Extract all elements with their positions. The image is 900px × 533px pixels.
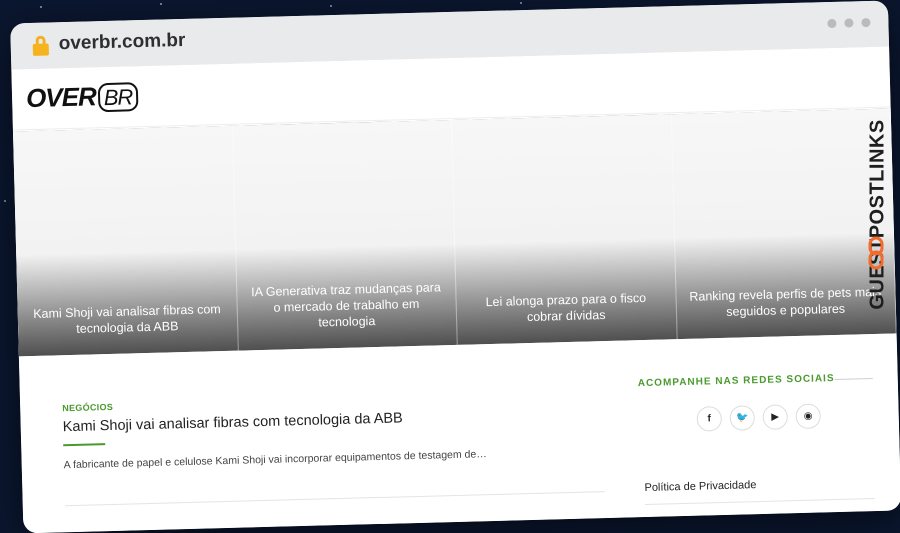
featured-slide-title[interactable]: Kami Shoji vai analisar fibras com tecno…: [28, 301, 227, 338]
article-category[interactable]: NEGÓCIOS: [62, 402, 113, 413]
lock-icon: [32, 35, 50, 56]
twitter-icon[interactable]: 🐦: [729, 405, 756, 431]
divider: [64, 491, 605, 507]
window-controls: [827, 17, 871, 29]
featured-slide[interactable]: IA Generativa traz mudanças para o merca…: [232, 119, 458, 351]
chain-link-icon: [868, 236, 884, 270]
main-content: NEGÓCIOS Kami Shoji vai analisar fibras …: [19, 333, 900, 533]
logo-suffix: BR: [97, 82, 139, 113]
window-dot-icon[interactable]: [861, 17, 871, 28]
web-page: OVER BR Kami Shoji vai analisar fibras co…: [11, 46, 900, 533]
featured-slide-title[interactable]: Ranking revela perfis de pets mais segui…: [686, 284, 885, 321]
address-bar-url[interactable]: overbr.com.br: [58, 30, 185, 55]
privacy-policy-link[interactable]: Política de Privacidade: [644, 479, 756, 494]
featured-slide[interactable]: Lei alonga prazo para o fisco cobrar dív…: [451, 114, 678, 345]
site-logo[interactable]: OVER BR: [26, 80, 139, 114]
social-heading: ACOMPANHE NAS REDES SOCIAIS: [637, 373, 835, 390]
article-title[interactable]: Kami Shoji vai analisar fibras com tecno…: [63, 410, 403, 435]
featured-slide-title[interactable]: IA Generativa traz mudanças para o merca…: [247, 279, 447, 332]
rss-icon[interactable]: ◉: [795, 403, 822, 430]
window-dot-icon[interactable]: [827, 18, 837, 29]
window-dot-icon[interactable]: [844, 18, 854, 28]
facebook-icon[interactable]: f: [696, 406, 723, 432]
featured-slide[interactable]: Kami Shoji vai analisar fibras com tecno…: [12, 125, 239, 357]
divider: [834, 378, 873, 381]
divider: [644, 498, 875, 506]
article-excerpt: A fabricante de papel e celulose Kami Sh…: [63, 448, 487, 472]
featured-slider: Kami Shoji vai analisar fibras com tecno…: [12, 108, 897, 357]
social-icons: f 🐦 ▶ ◉: [696, 403, 822, 432]
watermark-text: GUESTPOSTLINKS: [866, 119, 889, 310]
browser-window: overbr.com.br OVER BR Kami Shoji vai anal…: [10, 0, 900, 533]
guestpostlinks-watermark: GUESTPOSTLINKS: [858, 30, 898, 309]
featured-slide-title[interactable]: Lei alonga prazo para o fisco cobrar dív…: [466, 289, 665, 326]
youtube-icon[interactable]: ▶: [762, 404, 789, 430]
logo-text: OVER: [25, 81, 97, 114]
title-underline: [63, 443, 106, 447]
